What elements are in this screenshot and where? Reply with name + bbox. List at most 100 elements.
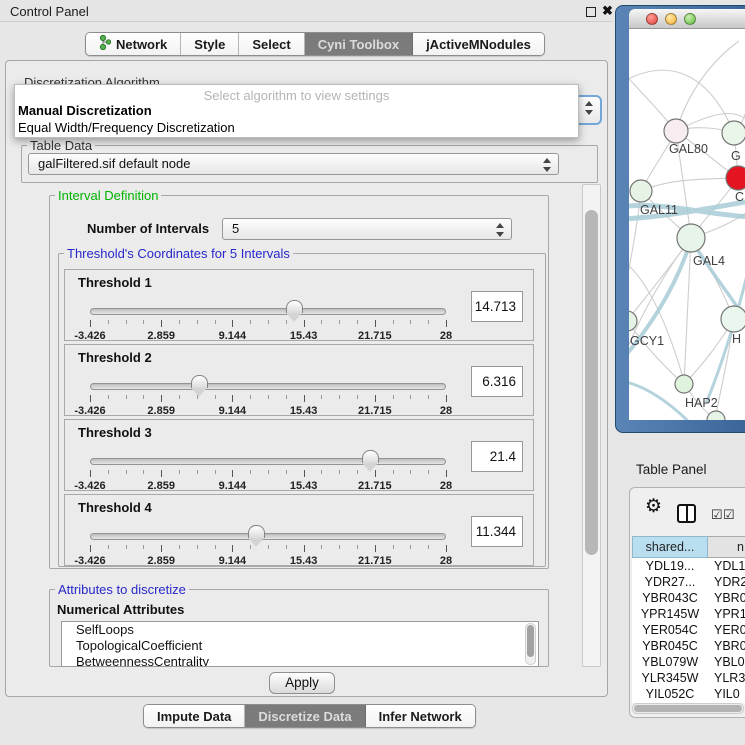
cell-shared-name[interactable]: YBR045C (632, 638, 708, 654)
bottom-tab-infer-network[interactable]: Infer Network (366, 705, 475, 727)
attribute-item-topologicalcoefficient[interactable]: TopologicalCoefficient (62, 638, 538, 654)
number-of-intervals-combobox[interactable]: 5 (222, 218, 512, 240)
network-node-gal80[interactable] (664, 119, 688, 143)
slider-thumb[interactable] (286, 300, 303, 313)
table-row[interactable]: YBL079WYBL0 (632, 654, 745, 670)
threshold-value-field[interactable]: 11.344 (471, 516, 523, 547)
threshold-label: Threshold 2 (78, 350, 152, 365)
tab-cyni-toolbox[interactable]: Cyni Toolbox (305, 33, 413, 55)
tick-mark (161, 545, 162, 552)
cell-name[interactable]: YDR2 (708, 574, 745, 590)
zoom-traffic-light-icon[interactable] (684, 13, 696, 25)
column-header-name[interactable]: n (708, 536, 745, 558)
tab-style-label: Style (194, 37, 225, 52)
threshold-slider[interactable]: -3.4262.8599.14415.4321.71528 (90, 304, 446, 340)
table-data-combobox[interactable]: galFiltered.sif default node (28, 153, 559, 175)
cell-name[interactable]: YPR1 (708, 606, 745, 622)
table-hscrollbar[interactable] (632, 703, 744, 714)
control-panel-title: Control Panel (10, 4, 89, 19)
close-traffic-light-icon[interactable] (646, 13, 658, 25)
algorithm-option-equal-width-frequency-discretization[interactable]: Equal Width/Frequency Discretization (15, 119, 578, 136)
tick-label: 21.715 (358, 405, 392, 417)
network-node-hap2[interactable] (675, 375, 693, 393)
table-row[interactable]: YLR345WYLR3 (632, 670, 745, 686)
network-node-c[interactable] (726, 166, 745, 190)
threshold-slider[interactable]: -3.4262.8599.14415.4321.71528 (90, 379, 446, 415)
table-row[interactable]: YPR145WYPR1 (632, 606, 745, 622)
threshold-value-field[interactable]: 14.713 (471, 291, 523, 322)
network-node-gcy1[interactable] (629, 311, 637, 331)
table-row[interactable]: YIL052CYIL0 (632, 686, 745, 702)
threshold-value-field[interactable]: 21.4 (471, 441, 523, 472)
node-label: GAL4 (693, 254, 725, 268)
cell-name[interactable]: YBL0 (708, 654, 745, 670)
network-node-gal4[interactable] (677, 224, 705, 252)
close-icon[interactable]: ✖ (602, 3, 613, 19)
cell-shared-name[interactable]: YBL079W (632, 654, 708, 670)
minimize-traffic-light-icon[interactable] (665, 13, 677, 25)
cell-shared-name[interactable]: YLR345W (632, 670, 708, 686)
apply-button[interactable]: Apply (269, 672, 335, 694)
slider-track[interactable] (90, 458, 446, 465)
threshold-value-field[interactable]: 6.316 (471, 366, 523, 397)
table-row[interactable]: YDL19...YDL1 (632, 558, 745, 574)
cell-name[interactable]: YER0 (708, 622, 745, 638)
slider-thumb[interactable] (191, 375, 208, 388)
bottom-tab-infer-network-label: Infer Network (379, 709, 462, 724)
table-hscrollbar-thumb[interactable] (634, 705, 742, 712)
cell-name[interactable]: YBR0 (708, 638, 745, 654)
gear-icon[interactable]: ⚙ (645, 497, 662, 517)
cell-shared-name[interactable]: YPR145W (632, 606, 708, 622)
cell-name[interactable]: YDL1 (708, 558, 745, 574)
slider-track[interactable] (90, 383, 446, 390)
network-node-g[interactable] (722, 121, 745, 145)
table-panel-title: Table Panel (636, 462, 707, 477)
cell-shared-name[interactable]: YDR27... (632, 574, 708, 590)
cell-name[interactable]: YLR3 (708, 670, 745, 686)
column-header-shared-name[interactable]: shared... (632, 536, 708, 558)
slider-track[interactable] (90, 533, 446, 540)
float-icon[interactable] (586, 7, 596, 17)
checkbox-icon[interactable]: ☑ (723, 508, 735, 521)
tab-style[interactable]: Style (181, 33, 239, 55)
attribute-item-betweennesscentrality[interactable]: BetweennessCentrality (62, 654, 538, 667)
slider-thumb[interactable] (362, 450, 379, 463)
tick-mark (179, 545, 180, 549)
attribute-item-selfloops[interactable]: SelfLoops (62, 622, 538, 638)
bottom-tab-discretize-data[interactable]: Discretize Data (245, 705, 365, 727)
tick-mark (286, 545, 287, 549)
tick-mark (446, 470, 447, 477)
columns-icon[interactable] (677, 504, 696, 523)
network-node-h[interactable] (721, 306, 745, 332)
table-row[interactable]: YBR045CYBR0 (632, 638, 745, 654)
cell-shared-name[interactable]: YER054C (632, 622, 708, 638)
panel-scrollbar[interactable] (582, 184, 601, 667)
bottom-tab-impute-data[interactable]: Impute Data (144, 705, 245, 727)
network-node[interactable] (707, 411, 725, 420)
cell-name[interactable]: YIL0 (708, 686, 745, 702)
cell-name[interactable]: YBR0 (708, 590, 745, 606)
network-canvas[interactable]: GAL80GCGAL11GAL4GCY1HHAP2 (629, 29, 745, 420)
attributes-scrollbar[interactable] (525, 623, 536, 665)
tab-jactivemnodules-label: jActiveMNodules (426, 37, 531, 52)
panel-scrollbar-thumb[interactable] (585, 210, 598, 555)
slider-thumb[interactable] (248, 525, 265, 538)
tab-select[interactable]: Select (239, 33, 304, 55)
table-row[interactable]: YDR27...YDR2 (632, 574, 745, 590)
tab-network[interactable]: Network (86, 33, 181, 55)
table-row[interactable]: YER054CYER0 (632, 622, 745, 638)
network-node-gal11[interactable] (630, 180, 652, 202)
network-graph: GAL80GCGAL11GAL4GCY1HHAP2 (629, 29, 745, 420)
table-row[interactable]: YBR043CYBR0 (632, 590, 745, 606)
checkbox-icon[interactable]: ☑ (711, 508, 723, 521)
cell-shared-name[interactable]: YDL19... (632, 558, 708, 574)
slider-track[interactable] (90, 308, 446, 315)
threshold-slider[interactable]: -3.4262.8599.14415.4321.71528 (90, 529, 446, 565)
threshold-slider[interactable]: -3.4262.8599.14415.4321.71528 (90, 454, 446, 490)
attributes-scrollbar-thumb[interactable] (527, 625, 534, 657)
algorithm-option-manual-discretization[interactable]: Manual Discretization (15, 102, 578, 119)
cell-shared-name[interactable]: YBR043C (632, 590, 708, 606)
cell-shared-name[interactable]: YIL052C (632, 686, 708, 702)
algorithm-popup-options: Manual DiscretizationEqual Width/Frequen… (15, 102, 578, 136)
tab-jactivemnodules[interactable]: jActiveMNodules (413, 33, 544, 55)
